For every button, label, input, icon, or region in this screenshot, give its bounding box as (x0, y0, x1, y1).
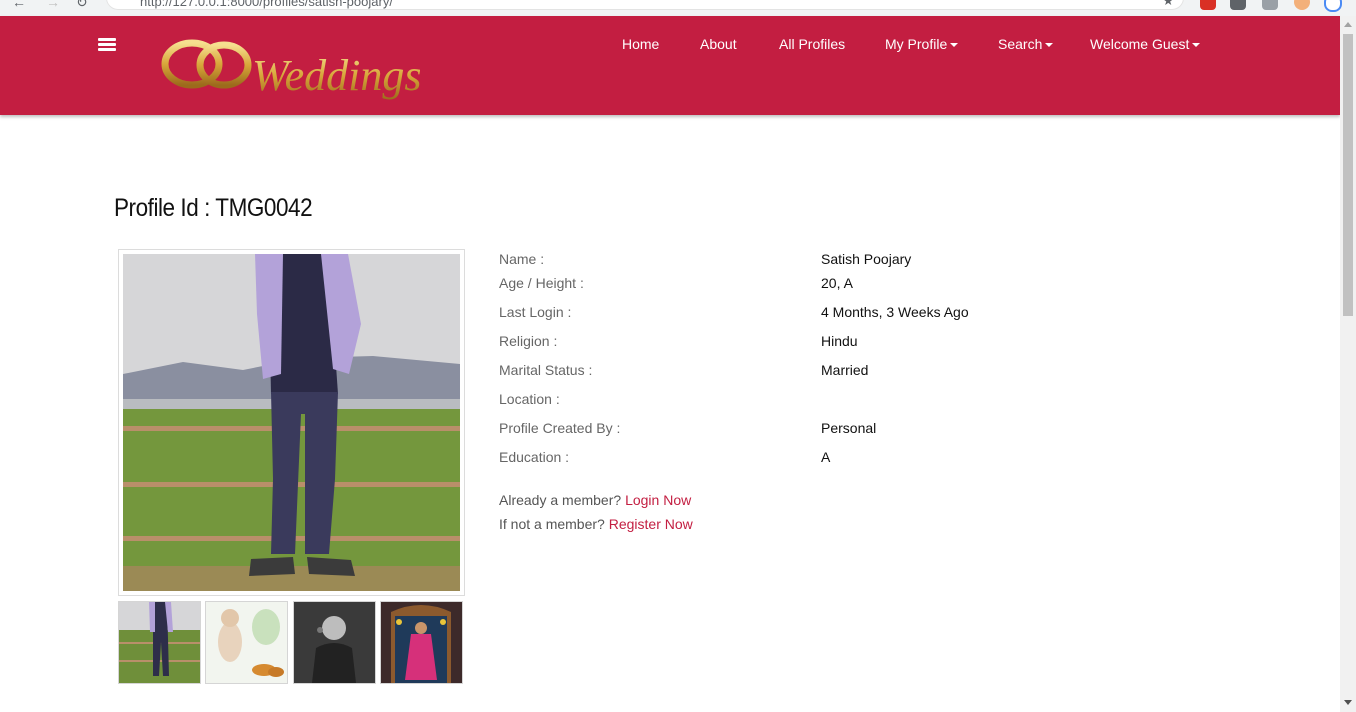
caret-down-icon (950, 43, 959, 47)
detail-label-religion: Religion : (499, 333, 558, 349)
extension-puzzle-icon[interactable] (1230, 0, 1246, 10)
caret-down-icon (1045, 43, 1054, 47)
main-profile-photo-frame (118, 249, 465, 596)
detail-value-education: A (821, 449, 831, 465)
photo-thumbnail[interactable] (380, 601, 463, 684)
detail-value-marital-status: Married (821, 362, 869, 378)
nav-all-profiles[interactable]: All Profiles (779, 36, 845, 52)
reload-icon[interactable]: ↻ (76, 0, 88, 11)
detail-value-profile-created-by: Personal (821, 420, 877, 436)
nav-welcome-guest-dropdown[interactable]: Welcome Guest (1090, 36, 1201, 52)
detail-label-location: Location : (499, 391, 560, 407)
detail-label-last-login: Last Login : (499, 304, 572, 320)
extension-icon[interactable] (1200, 0, 1216, 10)
nav-about-label: About (700, 36, 737, 52)
detail-label-education: Education : (499, 449, 570, 465)
back-icon[interactable]: ← (12, 0, 26, 10)
page-title: Profile Id : TMG0042 (114, 194, 313, 222)
detail-label-name: Name : (499, 251, 545, 267)
login-prompt-text: Already a member? (499, 492, 622, 508)
thumbnail-image (381, 602, 462, 683)
detail-value-religion: Hindu (821, 333, 858, 349)
nav-home[interactable]: Home (622, 36, 659, 52)
scroll-down-arrow-icon[interactable] (1344, 700, 1352, 705)
nav-my-profile-label: My Profile (885, 36, 948, 52)
detail-value-name: Satish Poojary (821, 251, 912, 267)
nav-search-label: Search (998, 36, 1043, 52)
photo-thumbnail[interactable] (205, 601, 288, 684)
register-now-link[interactable]: Register Now (609, 516, 693, 532)
detail-label-marital-status: Marital Status : (499, 362, 593, 378)
logo-text: Weddings (252, 51, 420, 100)
register-prompt-text: If not a member? (499, 516, 605, 532)
thumbnail-image (119, 602, 200, 683)
bookmark-star-icon[interactable]: ★ (1162, 0, 1174, 9)
forward-icon[interactable]: → (46, 0, 60, 10)
scrollbar-thumb[interactable] (1343, 34, 1353, 316)
rings-logo-icon: Weddings (161, 39, 422, 100)
address-bar-url: http://127.0.0.1:8000/profiles/satish-po… (140, 0, 393, 9)
menu-kebab-icon[interactable] (1324, 0, 1342, 12)
login-now-link[interactable]: Login Now (625, 492, 691, 508)
nav-home-label: Home (622, 36, 660, 52)
nav-welcome-guest-label: Welcome Guest (1090, 36, 1190, 52)
thumbnail-image (206, 602, 287, 683)
nav-search-dropdown[interactable]: Search (998, 36, 1054, 52)
detail-value-last-login: 4 Months, 3 Weeks Ago (821, 304, 969, 320)
main-profile-photo[interactable] (123, 254, 460, 591)
nav-about[interactable]: About (700, 36, 737, 52)
avatar[interactable] (1294, 0, 1310, 10)
detail-value-age-height: 20, A (821, 275, 853, 291)
media-icon[interactable] (1262, 0, 1278, 10)
register-prompt: If not a member? Register Now (499, 516, 693, 532)
scroll-up-arrow-icon[interactable] (1344, 22, 1352, 27)
site-header: Weddings Home About All Profiles My Prof… (0, 16, 1340, 115)
detail-label-age-height: Age / Height : (499, 275, 584, 291)
page-scrollbar[interactable] (1340, 16, 1356, 712)
browser-toolbar: ← → ↻ http://127.0.0.1:8000/profiles/sat… (0, 0, 1356, 16)
caret-down-icon (1192, 43, 1201, 47)
detail-label-profile-created-by: Profile Created By : (499, 420, 621, 436)
hamburger-menu-icon[interactable] (98, 38, 116, 52)
nav-my-profile-dropdown[interactable]: My Profile (885, 36, 959, 52)
photo-thumbnail[interactable] (293, 601, 376, 684)
site-logo[interactable]: Weddings (160, 34, 422, 104)
thumbnail-image (294, 602, 375, 683)
photo-thumbnail[interactable] (118, 601, 201, 684)
login-prompt: Already a member? Login Now (499, 492, 691, 508)
address-bar[interactable]: http://127.0.0.1:8000/profiles/satish-po… (106, 0, 1184, 10)
nav-all-profiles-label: All Profiles (779, 36, 846, 52)
